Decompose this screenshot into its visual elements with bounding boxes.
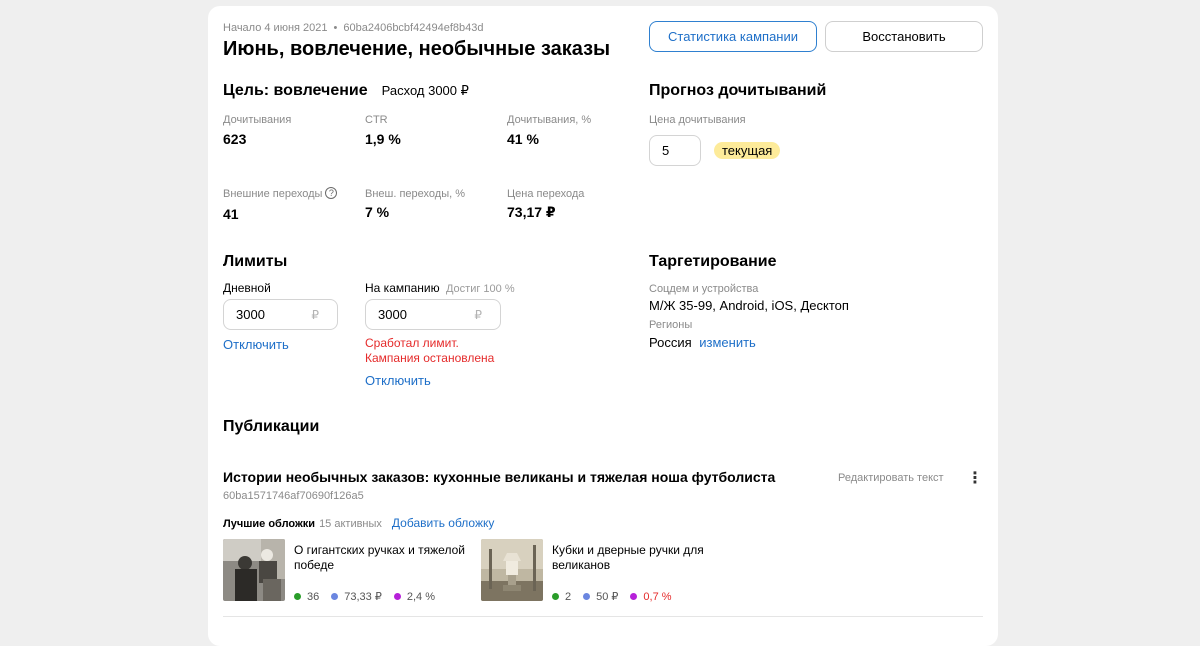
metric-external-percent-label: Внеш. переходы, % bbox=[365, 188, 466, 200]
cover-title: Кубки и дверные ручки для великанов bbox=[552, 543, 704, 572]
goal-spend: Расход 3000 ₽ bbox=[381, 83, 469, 98]
restore-button[interactable]: Восстановить bbox=[825, 21, 983, 52]
metric-reads-percent-value: 41 % bbox=[507, 131, 539, 147]
read-price-input[interactable]: 5 bbox=[649, 135, 701, 166]
help-icon[interactable]: ? bbox=[325, 187, 338, 200]
regions-value: Россия bbox=[649, 335, 692, 350]
daily-limit-label: Дневной bbox=[223, 281, 271, 295]
price-stat-value: 73,33 ₽ bbox=[344, 591, 382, 603]
green-dot-icon bbox=[552, 593, 559, 600]
reads-stat: 2 bbox=[552, 591, 571, 603]
price-stat-value: 50 ₽ bbox=[596, 591, 619, 603]
limit-error: Сработал лимит. Кампания остановлена bbox=[365, 336, 494, 366]
metric-reads-label: Дочитывания bbox=[223, 114, 292, 126]
cover-photo-icon bbox=[481, 539, 543, 601]
cover-stats: 2 50 ₽ 0,7 % bbox=[552, 590, 684, 603]
regions-label: Регионы bbox=[649, 319, 693, 331]
cover-title: О гигантских ручках и тяжелой победе bbox=[294, 543, 465, 572]
campaign-title: Июнь, вовлечение, необычные заказы bbox=[223, 38, 611, 60]
targeting-heading: Таргетирование bbox=[649, 253, 777, 270]
campaign-stats-button[interactable]: Статистика кампании bbox=[649, 21, 817, 52]
active-covers-count: 15 активных bbox=[319, 518, 382, 530]
daily-limit-disable-link[interactable]: Отключить bbox=[223, 337, 289, 352]
metric-reads-value: 623 bbox=[223, 131, 247, 147]
current-badge: текущая bbox=[714, 142, 781, 159]
campaign-limit-reached: Достиг 100 % bbox=[445, 283, 515, 295]
daily-limit-input[interactable]: 3000 ₽ bbox=[223, 299, 338, 330]
goal-heading: Цель: вовлечение Расход 3000 ₽ bbox=[223, 82, 469, 100]
metric-ctr-value: 1,9 % bbox=[365, 131, 401, 147]
campaign-limit-value: 3000 bbox=[378, 307, 407, 322]
campaign-limit-label: На кампанию Достиг 100 % bbox=[365, 281, 515, 295]
reads-stat-value: 2 bbox=[565, 590, 572, 603]
limit-error-line1: Сработал лимит. bbox=[365, 336, 459, 350]
metric-external-clicks-label: Внешние переходы? bbox=[223, 187, 338, 200]
campaign-currency: ₽ bbox=[474, 308, 482, 322]
campaign-meta: Начало 4 июня 2021 • 60ba2406bcbf42494ef8b… bbox=[223, 22, 483, 34]
ctr-stat-value: 0,7 % bbox=[643, 590, 672, 603]
read-price-label: Цена дочитывания bbox=[649, 114, 746, 126]
blue-dot-icon bbox=[331, 593, 339, 600]
campaign-id: 60ba2406bcbf42494ef8b43d bbox=[343, 22, 484, 34]
campaign-limit-disable-link[interactable]: Отключить bbox=[365, 373, 431, 388]
metric-reads-percent-label: Дочитывания, % bbox=[507, 114, 592, 126]
change-regions-link[interactable]: изменить bbox=[699, 335, 756, 350]
cover-thumbnail[interactable] bbox=[481, 539, 543, 601]
regions-row: Россия изменить bbox=[649, 335, 756, 350]
forecast-heading: Прогноз дочитываний bbox=[649, 82, 827, 99]
goal-title: Цель: вовлечение bbox=[223, 82, 368, 99]
best-covers-label: Лучшие обложки bbox=[223, 518, 316, 530]
meta-separator: • bbox=[333, 22, 338, 34]
campaign-start: Начало 4 июня 2021 bbox=[223, 22, 328, 34]
edit-text-link[interactable]: Редактировать текст bbox=[838, 472, 944, 484]
more-icon[interactable]: ⋮ bbox=[967, 471, 983, 487]
ctr-stat-value: 2,4 % bbox=[406, 590, 435, 603]
add-cover-link[interactable]: Добавить обложку bbox=[392, 516, 494, 530]
covers-header: Лучшие обложки 15 активных Добавить обложк… bbox=[223, 516, 494, 530]
socdem-label: Соцдем и устройства bbox=[649, 283, 759, 295]
price-stat: 73,33 ₽ bbox=[331, 590, 382, 603]
daily-limit-value: 3000 bbox=[236, 307, 265, 322]
reads-stat-value: 36 bbox=[307, 590, 320, 603]
cover-stats: 36 73,33 ₽ 2,4 % bbox=[294, 590, 447, 603]
blue-dot-icon bbox=[583, 593, 591, 600]
publication-title[interactable]: Истории необычных заказов: кухонные вели… bbox=[223, 469, 775, 485]
green-dot-icon bbox=[294, 593, 301, 600]
read-price-value: 5 bbox=[662, 143, 670, 158]
publications-heading: Публикации bbox=[223, 418, 320, 435]
metric-click-price-value: 73,17 ₽ bbox=[507, 204, 556, 220]
external-clicks-label-text: Внешние переходы bbox=[223, 188, 323, 200]
campaign-limit-input[interactable]: 3000 ₽ bbox=[365, 299, 501, 330]
campaign-limit-label-text: На кампанию bbox=[365, 281, 440, 295]
purple-dot-icon bbox=[393, 593, 401, 600]
campaign-card: Начало 4 июня 2021 • 60ba2406bcbf42494ef8b… bbox=[208, 6, 998, 646]
limit-error-line2: Кампания остановлена bbox=[365, 351, 495, 365]
cover-photo-icon bbox=[223, 539, 285, 601]
cover-thumbnail[interactable] bbox=[223, 539, 285, 601]
metric-ctr-label: CTR bbox=[365, 114, 388, 126]
purple-dot-icon bbox=[630, 593, 638, 600]
metric-click-price-label: Цена перехода bbox=[507, 188, 585, 200]
price-stat: 50 ₽ bbox=[583, 590, 618, 603]
publication-id: 60ba1571746af70690f126a5 bbox=[223, 490, 364, 502]
reads-stat: 36 bbox=[294, 591, 319, 603]
divider bbox=[223, 616, 983, 617]
socdem-value: М/Ж 35-99, Android, iOS, Десктоп bbox=[649, 298, 849, 313]
ctr-stat: 0,7 % bbox=[630, 590, 672, 603]
daily-currency: ₽ bbox=[311, 308, 319, 322]
ctr-stat: 2,4 % bbox=[393, 590, 435, 603]
limits-heading: Лимиты bbox=[223, 253, 288, 270]
metric-external-percent-value: 7 % bbox=[365, 204, 390, 220]
metric-external-clicks-value: 41 bbox=[223, 206, 239, 222]
